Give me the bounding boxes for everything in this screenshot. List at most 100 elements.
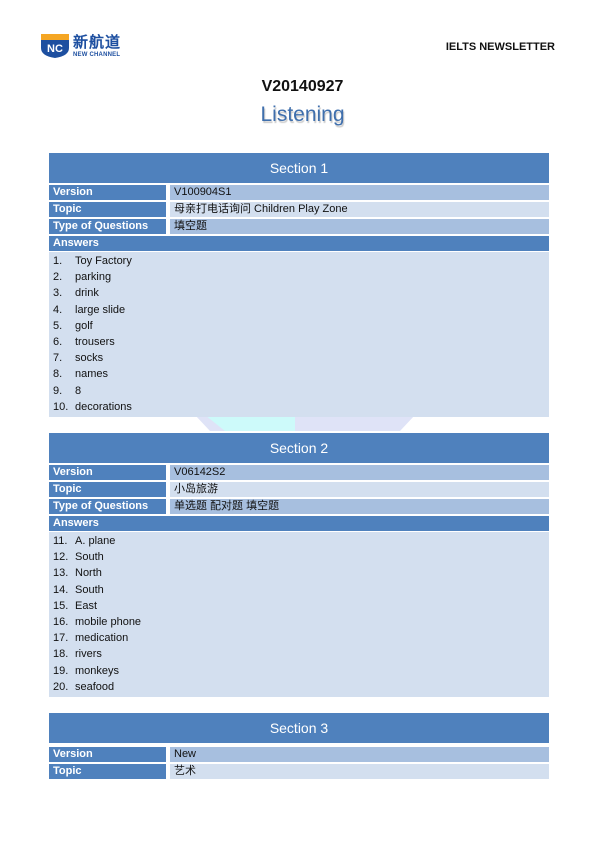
- watermark-shape: [195, 415, 415, 431]
- answer-number: 1.: [53, 255, 63, 267]
- answers-label: Answers: [49, 516, 549, 531]
- answer-item: 2. parking: [49, 269, 549, 285]
- answer-item: 14. South: [49, 582, 549, 598]
- answer-number: 7.: [53, 352, 63, 365]
- answer-item: 3. drink: [49, 285, 549, 301]
- answer-number: 20.: [53, 680, 69, 693]
- answer-number: 8.: [53, 368, 63, 381]
- row-label: Topic: [49, 764, 166, 779]
- new-channel-logo: NC 新航道 NEW CHANNEL: [40, 33, 121, 59]
- answer-number: 2.: [53, 271, 63, 284]
- row-value: V06142S2: [170, 465, 549, 480]
- answer-text: large slide: [75, 303, 126, 316]
- row-label: Topic: [49, 482, 166, 497]
- section-3: Section 3 Version New Topic 艺术: [49, 713, 549, 779]
- answer-item: 18. rivers: [49, 646, 549, 662]
- answer-number: 9.: [53, 384, 63, 397]
- row-value: 母亲打电话询问 Children Play Zone: [170, 202, 549, 217]
- topic-row: Topic 艺术: [49, 764, 549, 779]
- answer-number: 17.: [53, 632, 69, 645]
- brand-name-cn: 新航道: [73, 32, 122, 51]
- answer-number: 13.: [53, 567, 69, 580]
- answer-text: rivers: [75, 648, 102, 661]
- answer-text: South: [75, 583, 104, 596]
- answer-number: 5.: [53, 319, 63, 332]
- answer-number: 6.: [53, 335, 63, 348]
- answer-number: 4.: [53, 303, 63, 316]
- section-header: Section 2: [49, 433, 549, 463]
- answers-list: 11. A. plane 12. South 13. North 14. South 1…: [49, 532, 549, 697]
- answer-number: 16.: [53, 615, 69, 628]
- answer-item: 6. trousers: [49, 334, 549, 350]
- answer-text: trousers: [75, 335, 115, 348]
- answer-text: decorations: [75, 400, 132, 413]
- answer-item: 4. large slide: [49, 302, 549, 318]
- row-value: V100904S1: [170, 185, 549, 200]
- answer-item: 16. mobile phone: [49, 614, 549, 630]
- shield-logo-icon: NC: [40, 33, 70, 59]
- topic-row: Topic 母亲打电话询问 Children Play Zone: [49, 202, 549, 217]
- version-row: Version New: [49, 747, 549, 762]
- answer-text: seafood: [75, 680, 115, 693]
- answer-text: A. plane: [75, 535, 116, 547]
- answer-item: 17. medication: [49, 630, 549, 646]
- answer-item: 19. monkeys: [49, 663, 549, 679]
- answer-text: golf: [75, 319, 93, 332]
- answer-number: 19.: [53, 664, 69, 677]
- section-header: Section 3: [49, 713, 549, 743]
- section-2: Section 2 Version V06142S2 Topic 小岛旅游 Ty…: [49, 433, 549, 697]
- answer-text: names: [75, 368, 109, 381]
- row-value: 艺术: [170, 764, 549, 779]
- answer-item: 7. socks: [49, 350, 549, 366]
- answer-item: 11. A. plane: [49, 533, 549, 549]
- answers-header-row: Answers: [49, 236, 549, 251]
- answer-number: 10.: [53, 400, 69, 413]
- answer-text: mobile phone: [75, 615, 142, 628]
- document-subtitle: Listening: [260, 103, 345, 126]
- section-1: Section 1 Version V100904S1 Topic 母亲打电话询…: [49, 153, 549, 417]
- question-type-row: Type of Questions 填空题: [49, 219, 549, 234]
- answer-text: parking: [75, 271, 112, 284]
- answer-number: 3.: [53, 287, 63, 300]
- answer-item: 1. Toy Factory: [49, 253, 549, 269]
- answer-text: South: [75, 551, 104, 564]
- answer-item: 13. North: [49, 565, 549, 581]
- version-row: Version V100904S1: [49, 185, 549, 200]
- answer-item: 12. South: [49, 549, 549, 565]
- row-label: Topic: [49, 202, 166, 217]
- logo-badge-text: NC: [47, 43, 63, 55]
- answer-item: 5. golf: [49, 318, 549, 334]
- row-label: Version: [49, 747, 166, 762]
- answer-text: East: [75, 599, 98, 612]
- topic-row: Topic 小岛旅游: [49, 482, 549, 497]
- row-label: Version: [49, 465, 166, 480]
- answer-number: 12.: [53, 551, 69, 564]
- row-value: 单选题 配对题 填空题: [170, 499, 549, 514]
- newsletter-label: IELTS NEWSLETTER: [445, 41, 555, 53]
- row-label: Version: [49, 185, 166, 200]
- row-value: 填空题: [170, 219, 549, 234]
- answer-text: 8: [75, 384, 82, 397]
- answer-item: 15. East: [49, 598, 549, 614]
- answers-label: Answers: [49, 236, 549, 251]
- answer-text: North: [75, 567, 102, 580]
- section-header: Section 1: [49, 153, 549, 183]
- answer-item: 20. seafood: [49, 679, 549, 695]
- answers-header-row: Answers: [49, 516, 549, 531]
- answer-item: 10. decorations: [49, 399, 549, 415]
- answer-text: monkeys: [75, 664, 120, 677]
- row-value: New: [170, 747, 549, 762]
- answer-text: socks: [75, 352, 104, 365]
- answer-text: Toy Factory: [75, 255, 132, 267]
- answer-number: 11.: [53, 535, 68, 547]
- answers-list: 1. Toy Factory 2. parking 3. drink 4. large …: [49, 252, 549, 417]
- answer-number: 14.: [53, 583, 69, 596]
- row-value: 小岛旅游: [170, 482, 549, 497]
- answer-text: drink: [75, 287, 99, 300]
- row-label: Type of Questions: [49, 219, 166, 234]
- brand-name-en: NEW CHANNEL: [73, 51, 121, 58]
- question-type-row: Type of Questions 单选题 配对题 填空题: [49, 499, 549, 514]
- row-label: Type of Questions: [49, 499, 166, 514]
- answer-number: 15.: [53, 599, 69, 612]
- answer-text: medication: [75, 632, 129, 645]
